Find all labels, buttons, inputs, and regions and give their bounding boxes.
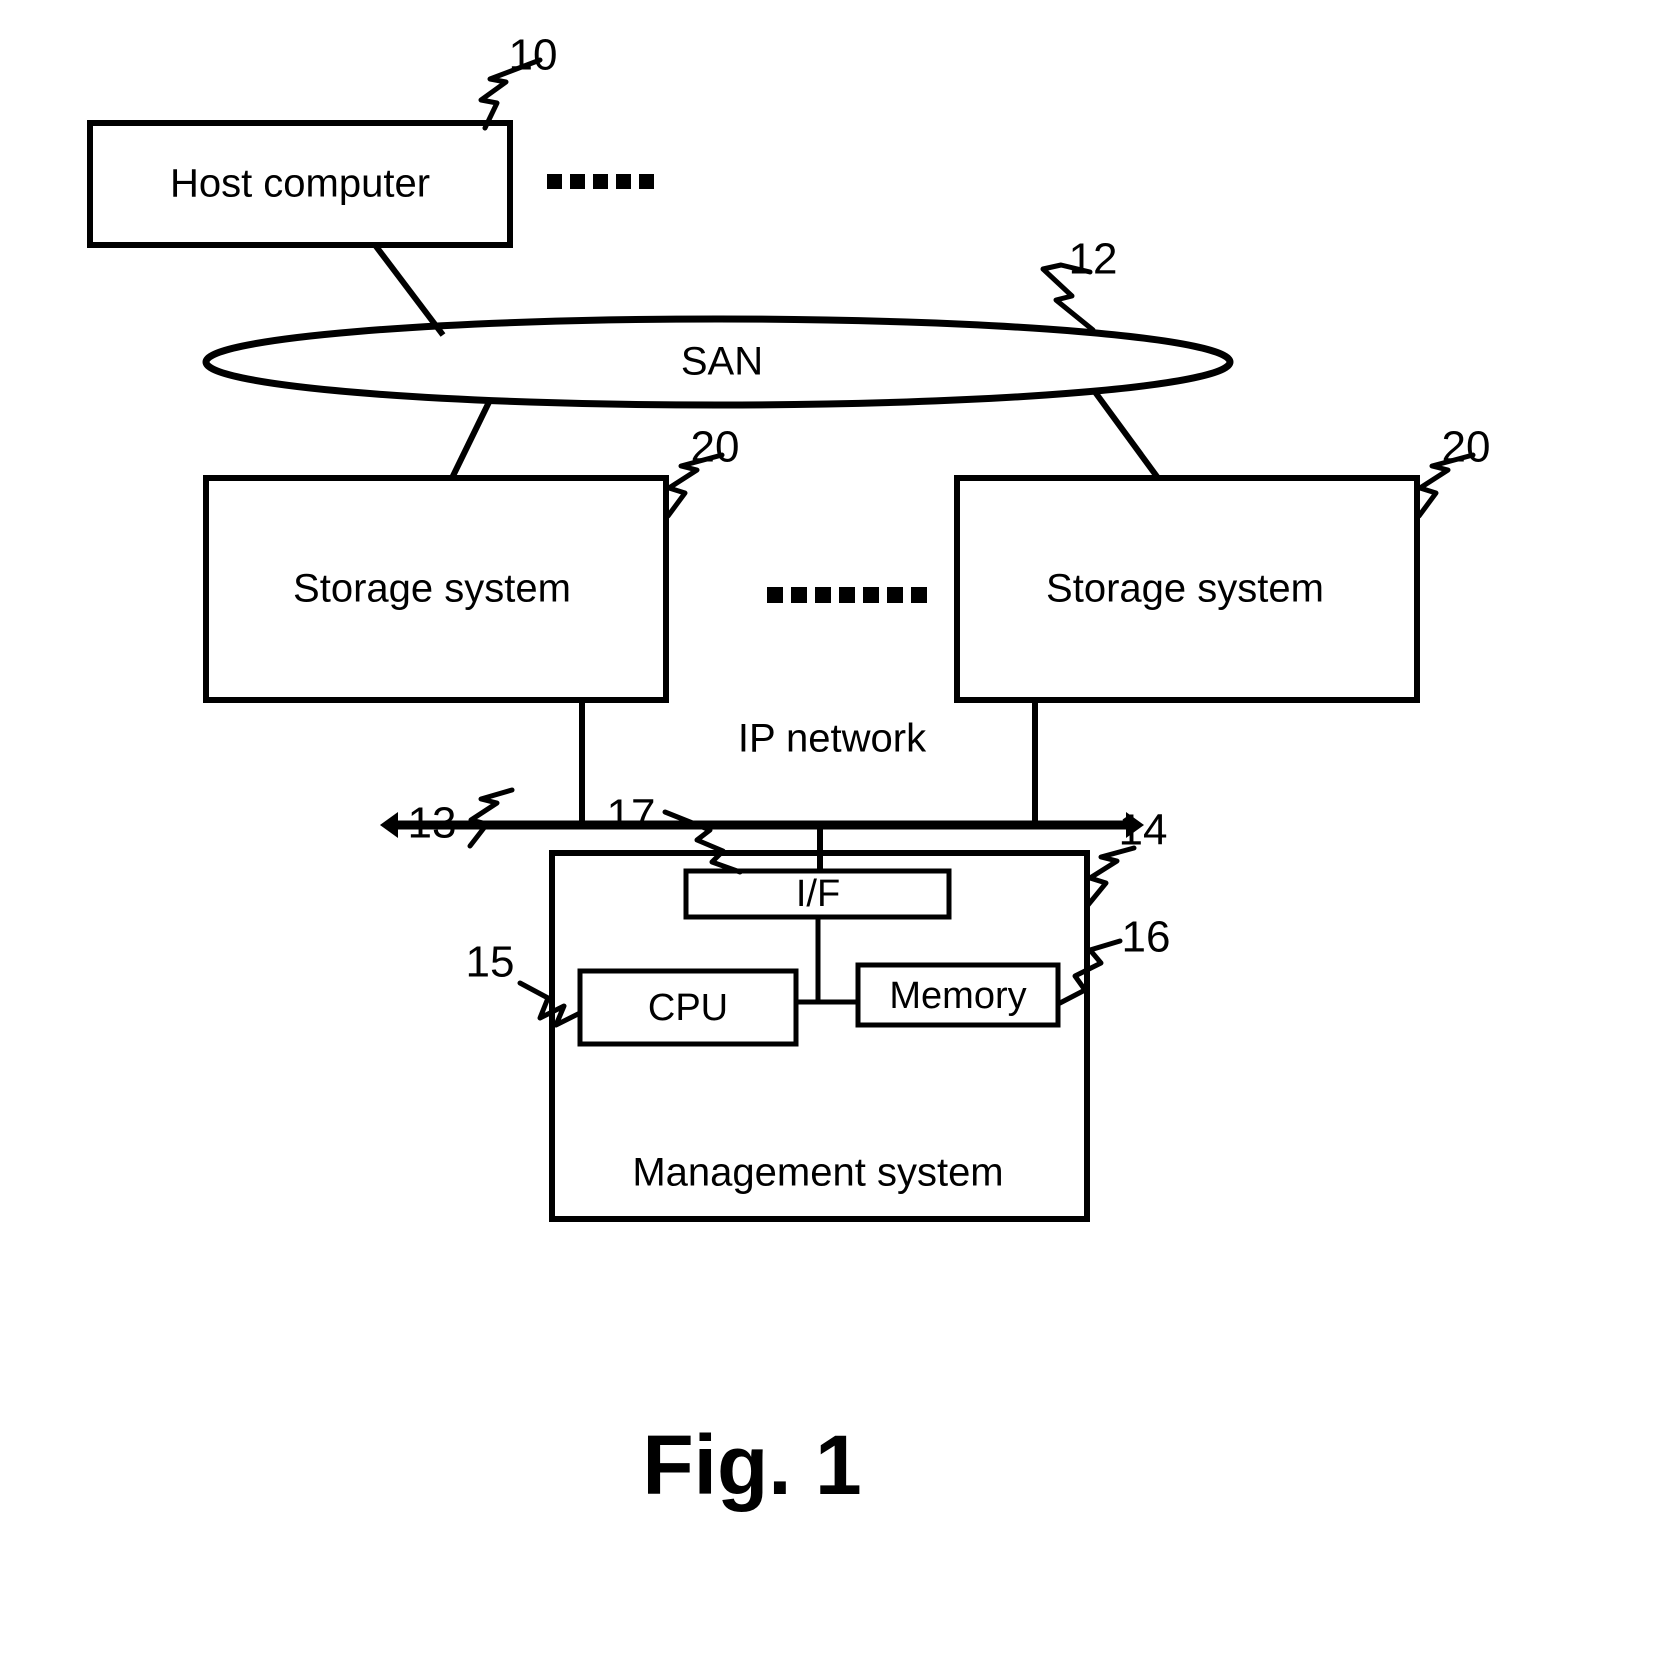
diagram-canvas: Host computer 10 SAN 12 Storage system 2… <box>87 31 1491 1512</box>
host-computer-label: Host computer <box>170 162 430 206</box>
ip-bus-left-arrow-icon <box>380 812 398 838</box>
ref-10-label: 10 <box>509 31 558 80</box>
ref-13-leader <box>467 787 515 849</box>
storage-system-left-label: Storage system <box>293 567 571 611</box>
host-to-san-link <box>372 243 446 337</box>
host-row-ellipsis <box>547 174 654 189</box>
ref-16-label: 16 <box>1122 913 1171 962</box>
figure-caption: Fig. 1 <box>642 1418 861 1512</box>
storage-system-right-label: Storage system <box>1046 567 1324 611</box>
san-to-storage-right-link <box>1092 390 1161 480</box>
ref-15-label: 15 <box>466 938 515 987</box>
ref-12-label: 12 <box>1069 235 1118 284</box>
ref-17-label: 17 <box>607 791 656 840</box>
ip-network-label: IP network <box>738 717 927 761</box>
ref-14-label: 14 <box>1119 806 1168 855</box>
san-to-storage-left-link <box>449 398 493 480</box>
storage-row-ellipsis <box>767 587 927 603</box>
patent-figure: Host computer 10 SAN 12 Storage system 2… <box>0 0 1673 1665</box>
interface-label: I/F <box>796 873 840 915</box>
san-label: SAN <box>681 340 763 384</box>
management-system-label: Management system <box>632 1151 1003 1195</box>
cpu-label: CPU <box>648 987 728 1029</box>
ref-14-leader <box>1085 845 1137 908</box>
memory-label: Memory <box>889 975 1026 1017</box>
ref-20-right-label: 20 <box>1442 423 1491 472</box>
ref-20-left-label: 20 <box>691 423 740 472</box>
ref-13-label: 13 <box>408 799 457 848</box>
